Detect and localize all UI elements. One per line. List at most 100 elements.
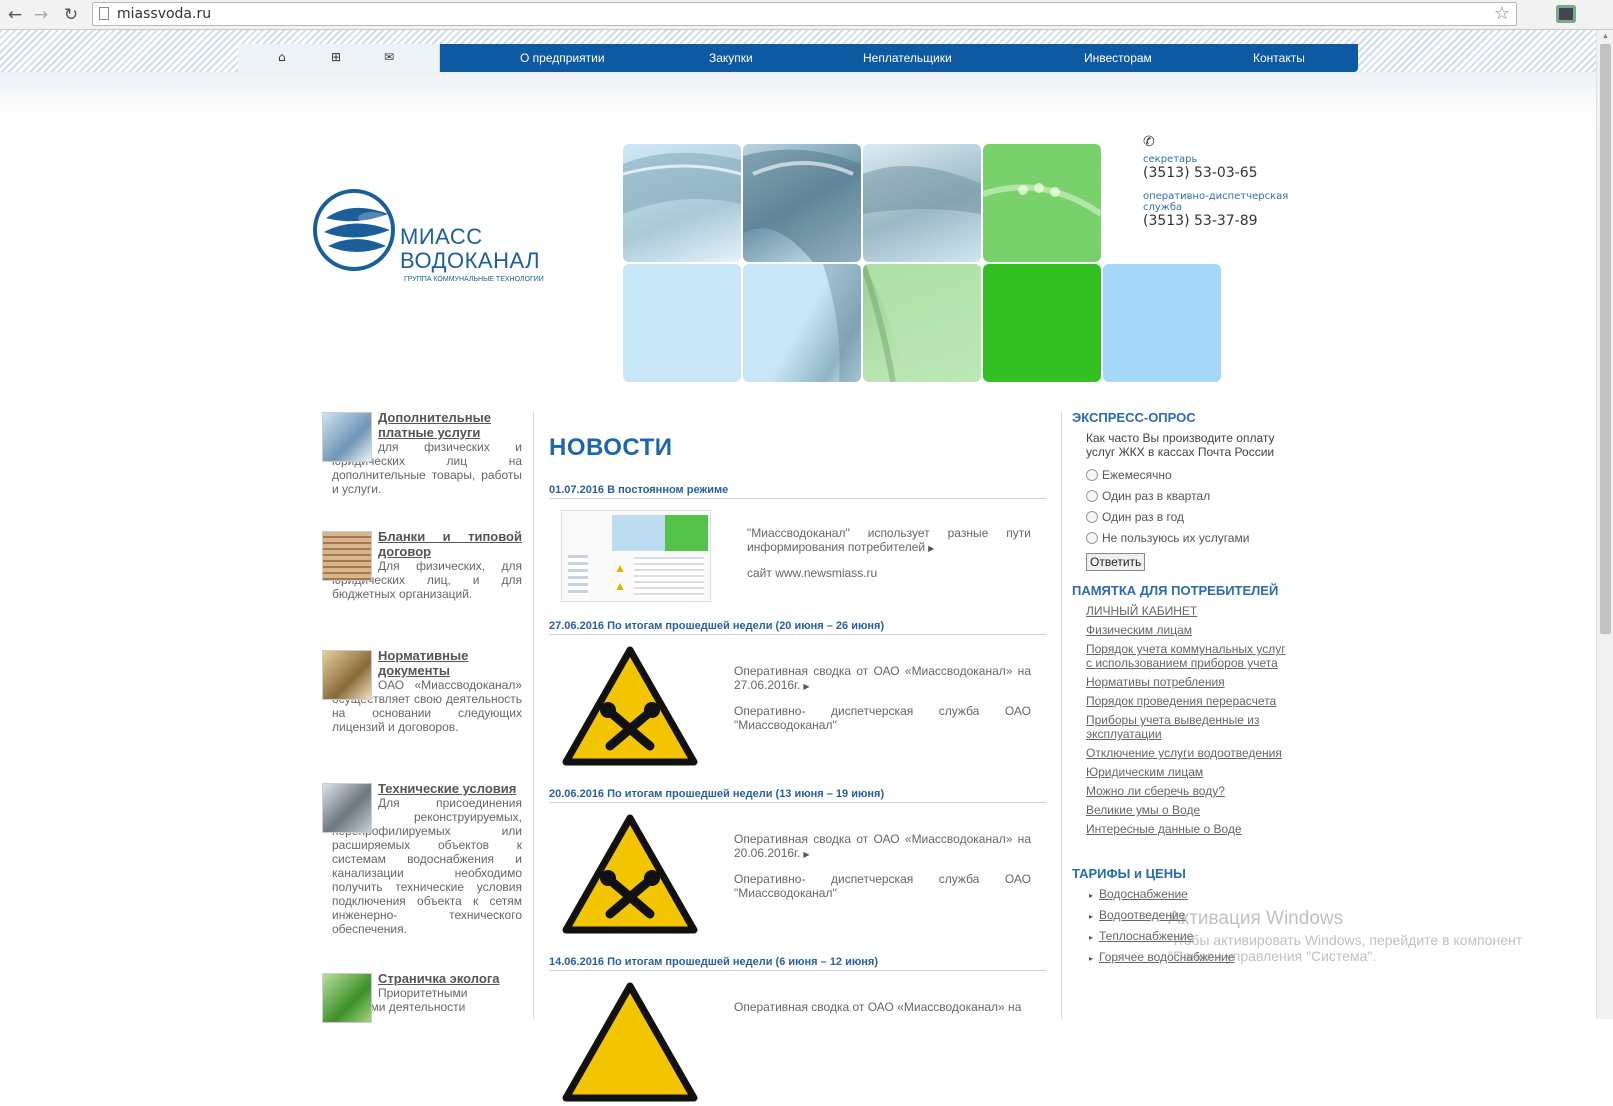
memo-link[interactable]: Порядок учета коммунальных услуг с испол… — [1086, 642, 1292, 670]
banner-tile — [743, 144, 861, 262]
memo-link[interactable]: Физическим лицам — [1086, 623, 1292, 637]
water-splash-image — [863, 166, 981, 214]
news-item-note: сайт www.newsmiass.ru — [747, 566, 878, 580]
activation-text: Чтобы активировать Windows, перейдите в … — [1168, 932, 1523, 948]
news-item-heading-link[interactable]: 14.06.2016 По итогам прошедшей недели (6… — [549, 956, 1046, 971]
poll-option[interactable]: Ежемесячно — [1086, 465, 1292, 486]
news-item-heading-link[interactable]: 01.07.2016 В постоянном режиме — [549, 484, 1046, 499]
memo-link[interactable]: Нормативы потребления — [1086, 675, 1292, 689]
forward-arrow-icon[interactable]: → — [30, 4, 52, 26]
reload-icon[interactable]: ↻ — [60, 4, 82, 26]
banner-tile — [623, 264, 741, 382]
right-sidebar: ЭКСПРЕСС-ОПРОС Как часто Вы производите … — [1072, 410, 1292, 971]
banner-tile — [863, 144, 981, 262]
address-bar[interactable]: miassvoda.ru ☆ — [92, 2, 1517, 26]
tariff-link[interactable]: Водоснабжение — [1099, 887, 1292, 903]
service-title-link[interactable]: Нормативные документы — [378, 648, 522, 678]
memo-link[interactable]: Отключение услуги водоотведения — [1086, 746, 1292, 760]
nav-item-investors[interactable]: Инвесторам — [1084, 51, 1152, 65]
warning-tools-icon[interactable] — [562, 814, 698, 938]
memo-link[interactable]: Интересные данные о Воде — [1086, 822, 1292, 836]
service-title-link[interactable]: Технические условия — [378, 781, 522, 796]
radio-button[interactable] — [1086, 469, 1098, 481]
service-block: Дополнительные платные услуги для физиче… — [322, 410, 522, 529]
radio-button[interactable] — [1086, 490, 1098, 502]
news-item-summary: Оперативная сводка от ОАО «Миассводокана… — [734, 664, 1031, 692]
dispatch-label: оперативно-диспетчерская служба — [1143, 191, 1289, 213]
page-icon — [99, 7, 109, 20]
news-item-note: Оперативно- диспетчерская служба ОАО "Ми… — [734, 704, 1031, 732]
scrollbar-thumb[interactable] — [1600, 44, 1611, 634]
sitemap-icon[interactable]: ⊞ — [331, 50, 341, 64]
url-text[interactable]: miassvoda.ru — [117, 6, 211, 22]
logo-drops-icon — [313, 189, 395, 271]
phone-icon: ✆ — [1143, 134, 1155, 150]
poll-option-label: Ежемесячно — [1102, 468, 1172, 482]
memo-link[interactable]: Можно ли сберечь воду? — [1086, 784, 1292, 798]
banner-tile — [1103, 264, 1221, 382]
radio-button[interactable] — [1086, 511, 1098, 523]
nav-item-about[interactable]: О предприятии — [520, 51, 605, 65]
header-fade — [0, 72, 1596, 122]
site-screenshot-thumbnail[interactable]: ▲ ▲ — [561, 510, 711, 602]
poll-option[interactable]: Один раз в год — [1086, 507, 1292, 528]
left-sidebar: Дополнительные платные услуги для физиче… — [322, 410, 522, 1031]
memo-link[interactable]: ЛИЧНЫЙ КАБИНЕТ — [1086, 604, 1292, 618]
quick-links: ⌂ ⊞ ✉ — [238, 44, 440, 72]
column-divider — [1061, 412, 1062, 1019]
service-block: Бланки и типовой договор Для физических,… — [322, 529, 522, 648]
mail-icon[interactable]: ✉ — [384, 50, 394, 64]
water-drops-image — [983, 183, 1101, 217]
star-icon[interactable]: ☆ — [1494, 3, 1510, 24]
column-divider — [533, 412, 534, 1019]
poll-option[interactable]: Один раз в квартал — [1086, 486, 1292, 507]
water-splash-image — [743, 149, 861, 262]
poll-submit-button[interactable]: Ответить — [1086, 553, 1146, 571]
nav-item-purchases[interactable]: Закупки — [709, 51, 753, 65]
news-item-text: Оперативная сводка от ОАО «Миассводокана… — [734, 832, 1031, 900]
read-more-arrow-icon[interactable]: ▶ — [803, 682, 809, 691]
extension-icon[interactable] — [1556, 5, 1576, 23]
poll-option[interactable]: Не пользуюсь их услугами — [1086, 528, 1292, 549]
news-item-summary: Оперативная сводка от ОАО «Миассводокана… — [734, 832, 1031, 860]
site-logo[interactable]: МИАСС ВОДОКАНАЛ ГРУППА КОММУНАЛЬНЫЕ ТЕХН… — [312, 186, 562, 286]
banner-tile — [743, 264, 861, 382]
water-stream-image — [863, 264, 981, 382]
tariffs-heading: ТАРИФЫ и ЦЕНЫ — [1072, 866, 1186, 881]
papers-thumbnail — [322, 531, 372, 581]
news-item-note: Оперативно- диспетчерская служба ОАО "Ми… — [734, 872, 1031, 900]
read-more-arrow-icon[interactable]: ▶ — [803, 850, 809, 859]
browser-toolbar: ← → ↻ miassvoda.ru ☆ — [0, 0, 1613, 30]
poll-option-label: Один раз в квартал — [1102, 489, 1211, 503]
activation-text: "Панели управления "Система". — [1168, 948, 1377, 964]
radio-button[interactable] — [1086, 532, 1098, 544]
banner-tile — [983, 264, 1101, 382]
nav-item-contacts[interactable]: Контакты — [1253, 51, 1305, 65]
service-title-link[interactable]: Страничка эколога — [378, 971, 522, 986]
home-icon[interactable]: ⌂ — [278, 50, 286, 64]
service-title-link[interactable]: Дополнительные платные услуги — [378, 410, 522, 440]
poll-option-label: Не пользуюсь их услугами — [1102, 531, 1250, 545]
back-arrow-icon[interactable]: ← — [4, 4, 26, 26]
memo-heading: ПАМЯТКА ДЛЯ ПОТРЕБИТЕЛЕЙ — [1072, 583, 1279, 598]
read-more-arrow-icon[interactable]: ▶ — [928, 544, 934, 553]
memo-link[interactable]: Юридическим лицам — [1086, 765, 1292, 779]
warning-tools-icon[interactable] — [562, 646, 698, 770]
poll-options: Ежемесячно Один раз в квартал Один раз в… — [1072, 465, 1292, 549]
leaf-thumbnail — [322, 973, 372, 1023]
warning-tools-icon[interactable] — [562, 982, 698, 1106]
memo-link[interactable]: Приборы учета выведенные из эксплуатации — [1086, 713, 1292, 741]
news-item-text: Оперативная сводка от ОАО «Миассводокана… — [734, 1000, 1031, 1014]
scroll-up-arrow-icon[interactable]: ▲ — [1602, 33, 1609, 40]
memo-link[interactable]: Великие умы о Воде — [1086, 803, 1292, 817]
memo-link[interactable]: Порядок проведения перерасчета — [1086, 694, 1292, 708]
water-splash-image — [623, 152, 741, 214]
news-item-heading-link[interactable]: 27.06.2016 По итогам прошедшей недели (2… — [549, 620, 1046, 635]
service-title-link[interactable]: Бланки и типовой договор — [378, 529, 522, 559]
news-item-heading-link[interactable]: 20.06.2016 По итогам прошедшей недели (1… — [549, 788, 1046, 803]
nav-item-debtors[interactable]: Неплательщики — [863, 51, 952, 65]
news-item-text: "Миассводоканал" использует разные пути … — [747, 526, 1031, 580]
scrollbar[interactable]: ▲ — [1596, 30, 1613, 1019]
banner-tile — [863, 264, 981, 382]
news-item-text: Оперативная сводка от ОАО «Миассводокана… — [734, 664, 1031, 732]
